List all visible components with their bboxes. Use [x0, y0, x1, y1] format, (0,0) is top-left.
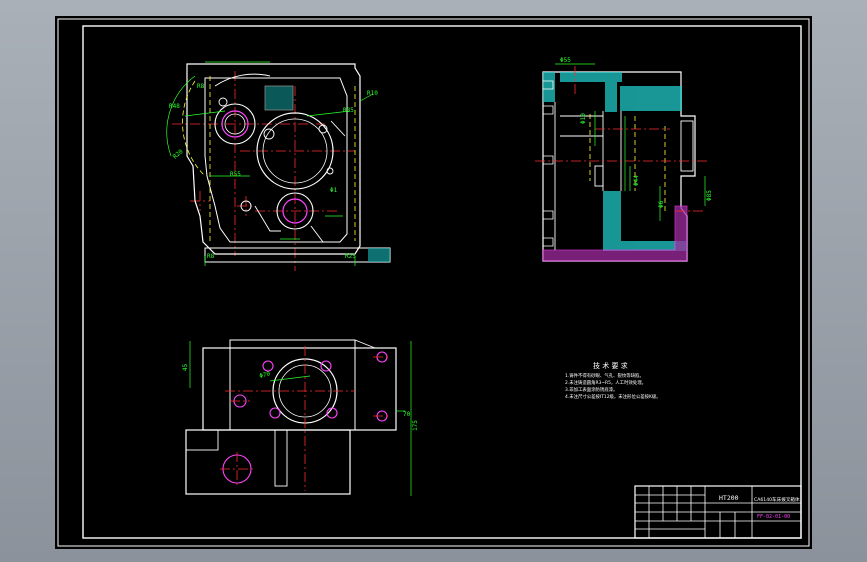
plan-lower-slot [274, 429, 288, 487]
drawing-canvas: R8 R48 R10 R35 R20 R55 Φ1 R8 R25 Φ55 Φ10… [55, 16, 812, 549]
title-drawing-name: CA6140车床拨叉箱体 [754, 496, 800, 503]
plan-dim-45: 45 [182, 363, 189, 371]
base-flange-hatch [368, 248, 390, 262]
plan-dim-phi70: Φ70 [259, 370, 272, 380]
section-dim-phi55: Φ55 [560, 57, 571, 64]
notes-title: 技 术 要 求 [593, 361, 628, 370]
front-dim-r20: R20 [172, 148, 185, 161]
section-dim-phi10: Φ10 [580, 113, 587, 124]
front-dim-r10: R10 [367, 90, 378, 97]
front-dim-r8: R8 [197, 83, 205, 90]
notes-line-1: 1.铸件不得有砂眼、气孔、裂纹等缺陷。 [565, 372, 644, 379]
front-dim-r25: R25 [345, 253, 356, 260]
section-dim-phi85: Φ85 [706, 190, 713, 201]
plan-lower-body [185, 429, 351, 495]
title-block [634, 485, 802, 539]
technical-notes: 技 术 要 求 1.铸件不得有砂眼、气孔、裂纹等缺陷。 2.未注铸造圆角R3~R… [565, 361, 661, 400]
front-dim-r48: R48 [169, 103, 180, 110]
plan-dim-175: 175 [412, 420, 419, 431]
front-dim-phi1: Φ1 [330, 187, 338, 194]
plan-upper-body [202, 347, 397, 431]
sheet-inner-border [82, 25, 802, 539]
title-drawing-no: FF-02-01-00 [757, 514, 790, 520]
section-dim-phi6: Φ6 [658, 200, 665, 208]
section-dim-phi44: Φ44 [633, 175, 640, 186]
section-hatch [543, 72, 687, 251]
title-material: HT200 [719, 494, 739, 502]
front-dim-r8b: R8 [207, 253, 215, 260]
notes-line-4: 4.未注尺寸公差按IT12级，未注形位公差按K级。 [565, 393, 661, 400]
notes-line-2: 2.未注铸造圆角R3~R5，人工时效处理。 [565, 379, 646, 386]
top-boss [264, 85, 294, 111]
front-view: R8 R48 R10 R35 R20 R55 Φ1 R8 R25 [166, 61, 391, 271]
base-flange [204, 247, 391, 263]
plan-dim-70: 70 [403, 411, 411, 418]
front-dim-r55: R55 [230, 171, 241, 178]
plan-view: Φ70 45 175 70 [182, 339, 419, 496]
drawing-svg: R8 R48 R10 R35 R20 R55 Φ1 R8 R25 Φ55 Φ10… [57, 18, 810, 547]
sheet-outer-border [57, 18, 810, 547]
notes-line-3: 3.非加工表面涂防锈底漆。 [565, 386, 618, 393]
front-dim-r35: R35 [343, 107, 354, 114]
section-view: Φ55 Φ10 Φ44 Φ6 Φ85 [535, 57, 713, 262]
cad-viewport: R8 R48 R10 R35 R20 R55 Φ1 R8 R25 Φ55 Φ10… [0, 0, 867, 562]
plan-left-step [185, 429, 219, 451]
